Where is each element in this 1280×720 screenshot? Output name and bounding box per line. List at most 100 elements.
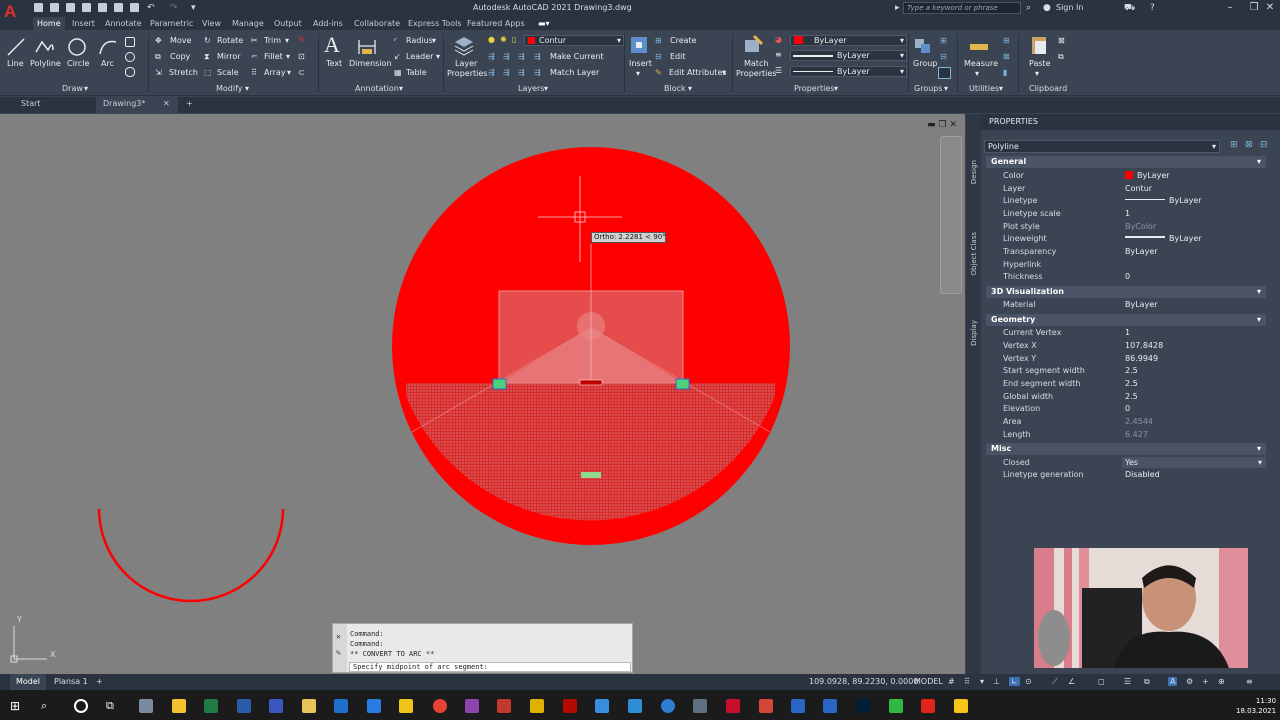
radius-dropdown-icon[interactable]: ▾ xyxy=(432,36,436,45)
paste-button[interactable]: Paste xyxy=(1029,59,1051,68)
illustrator-icon[interactable] xyxy=(530,699,544,713)
autocad-taskbar-icon[interactable] xyxy=(726,699,740,713)
leader-dropdown-icon[interactable]: ▾ xyxy=(436,52,440,61)
tab-annotate[interactable]: Annotate xyxy=(101,17,146,30)
radius-button[interactable]: Radius xyxy=(406,36,433,45)
insert-button[interactable]: Insert xyxy=(629,59,652,68)
skype-icon[interactable] xyxy=(791,699,805,713)
utilities-panel-title[interactable]: Utilities xyxy=(969,84,999,93)
command-input[interactable]: Specify midpoint of arc segment: xyxy=(349,662,631,672)
utility-icon-1[interactable]: ⊞ xyxy=(1003,36,1010,45)
text-icon[interactable]: A xyxy=(324,32,340,58)
tab-featured-apps[interactable]: Featured Apps xyxy=(463,17,529,30)
prop-value[interactable]: 107.8428 xyxy=(1125,341,1163,350)
close-command-icon[interactable]: ✕ xyxy=(336,632,341,641)
customize-command-icon[interactable]: ✎ xyxy=(336,648,341,657)
snap-dropdown-icon[interactable]: ▾ xyxy=(980,677,984,686)
taskbar-search-icon[interactable]: ⌕ xyxy=(41,699,55,713)
cut-icon[interactable]: ⊠ xyxy=(1058,36,1065,45)
tab-view[interactable]: View xyxy=(198,17,225,30)
minimize-button[interactable]: – xyxy=(1218,1,1242,15)
erase-icon[interactable]: ✎ xyxy=(298,35,305,44)
match-properties-button-line2[interactable]: Properties xyxy=(736,69,776,78)
prop-value[interactable]: 2.5 xyxy=(1125,366,1138,375)
infer-constraints-icon[interactable]: ⊥ xyxy=(993,677,1000,686)
rotate-button[interactable]: Rotate xyxy=(217,36,243,45)
ellipse-icon[interactable] xyxy=(125,67,135,77)
vertex-grip-right[interactable] xyxy=(675,378,690,390)
prop-value[interactable]: ByLayer xyxy=(1125,247,1158,256)
todo-icon[interactable] xyxy=(367,699,381,713)
media-player-icon[interactable] xyxy=(465,699,479,713)
app-c-icon[interactable] xyxy=(823,699,837,713)
copy-button[interactable]: Copy xyxy=(170,52,190,61)
prop-value-color[interactable]: ByLayer xyxy=(1125,171,1170,180)
prop-value[interactable]: 86.9949 xyxy=(1125,354,1158,363)
measure-dropdown-icon[interactable]: ▾ xyxy=(975,69,979,78)
navigation-bar[interactable] xyxy=(940,136,962,294)
midpoint-grip-bottom[interactable] xyxy=(581,472,601,478)
calculator-icon[interactable] xyxy=(693,699,707,713)
layer-tool-icon-2[interactable]: ⇶ xyxy=(503,52,510,61)
onedrive-icon[interactable] xyxy=(628,699,642,713)
modify-panel-arrow-icon[interactable]: ▾ xyxy=(245,84,249,93)
layer-properties-button-line2[interactable]: Properties xyxy=(447,69,487,78)
move-button[interactable]: Move xyxy=(170,36,191,45)
prop-value[interactable]: ByLayer xyxy=(1125,300,1158,309)
layer-tool-icon-1[interactable]: ⇶ xyxy=(488,52,495,61)
new-tab-icon[interactable]: + xyxy=(186,99,193,108)
prop-value[interactable]: 2.5 xyxy=(1125,392,1138,401)
circle-icon[interactable] xyxy=(66,36,88,58)
annotation-scale-icon[interactable]: A xyxy=(1168,677,1178,686)
polyline-button[interactable]: Polyline xyxy=(30,59,61,68)
array-button[interactable]: Array xyxy=(264,68,286,77)
sticky-notes-icon[interactable] xyxy=(172,699,186,713)
layer-on-icon[interactable]: ● xyxy=(488,35,495,44)
prop-value[interactable]: 0 xyxy=(1125,272,1130,281)
edit-attributes-dropdown-icon[interactable]: ▾ xyxy=(722,68,726,77)
scale-button[interactable]: Scale xyxy=(217,68,239,77)
print-icon[interactable] xyxy=(114,3,123,12)
camera-app-icon[interactable] xyxy=(139,699,153,713)
lineweight-toggle-icon[interactable]: ☰ xyxy=(1124,677,1131,686)
windows-start-icon[interactable]: ⊞ xyxy=(10,699,24,713)
layers-panel-title[interactable]: Layers xyxy=(518,84,544,93)
group-edit-icon[interactable]: ⊟ xyxy=(940,52,947,61)
closed-dropdown[interactable]: Yes ▾ xyxy=(1122,457,1266,468)
acrobat-icon[interactable] xyxy=(563,699,577,713)
prop-value[interactable]: Contur xyxy=(1125,184,1152,193)
isodraft-icon[interactable]: ⟋ xyxy=(1052,677,1058,687)
properties-panel-arrow-icon[interactable]: ▾ xyxy=(834,84,838,93)
polar-icon[interactable]: ⊙ xyxy=(1025,677,1032,686)
copy-clip-icon[interactable]: ⧉ xyxy=(1058,52,1064,62)
leader-button[interactable]: Leader xyxy=(406,52,433,61)
block-panel-title[interactable]: Block xyxy=(664,84,686,93)
archive-app-icon[interactable] xyxy=(954,699,968,713)
object-snap-icon[interactable]: ◻ xyxy=(1098,677,1105,686)
ortho-icon[interactable]: ∟ xyxy=(1009,677,1020,686)
layer-lock-icon[interactable]: ▯ xyxy=(512,35,516,44)
chrome-icon[interactable] xyxy=(433,699,447,713)
edit-attributes-button[interactable]: Edit Attributes xyxy=(669,68,727,77)
layer-tool-icon-3[interactable]: ⇶ xyxy=(518,52,525,61)
insert-block-icon[interactable] xyxy=(628,34,650,56)
excel-icon[interactable] xyxy=(204,699,218,713)
polyline-icon[interactable] xyxy=(33,36,55,58)
recorder-icon[interactable] xyxy=(921,699,935,713)
cart-icon[interactable]: ⛟ xyxy=(1124,3,1135,13)
help-icon[interactable]: ? xyxy=(1150,3,1155,13)
groups-panel-arrow-icon[interactable]: ▾ xyxy=(944,84,948,93)
prop-value[interactable]: Disabled xyxy=(1125,470,1160,479)
object-class-side-tab[interactable]: Object Class xyxy=(970,232,978,275)
properties-panel-title[interactable]: Properties xyxy=(794,84,834,93)
plot-icon[interactable] xyxy=(130,3,139,12)
search-icon[interactable]: ⌕ xyxy=(1026,3,1031,13)
tab-express-tools[interactable]: Express Tools xyxy=(404,17,466,30)
open-file-icon[interactable] xyxy=(50,3,59,12)
tab-manage[interactable]: Manage xyxy=(228,17,268,30)
word-icon[interactable] xyxy=(237,699,251,713)
hatch-icon[interactable] xyxy=(125,52,135,62)
prop-value[interactable]: 2.5 xyxy=(1125,379,1138,388)
draw-panel-title[interactable]: Draw xyxy=(62,84,83,93)
create-block-button[interactable]: Create xyxy=(670,36,697,45)
